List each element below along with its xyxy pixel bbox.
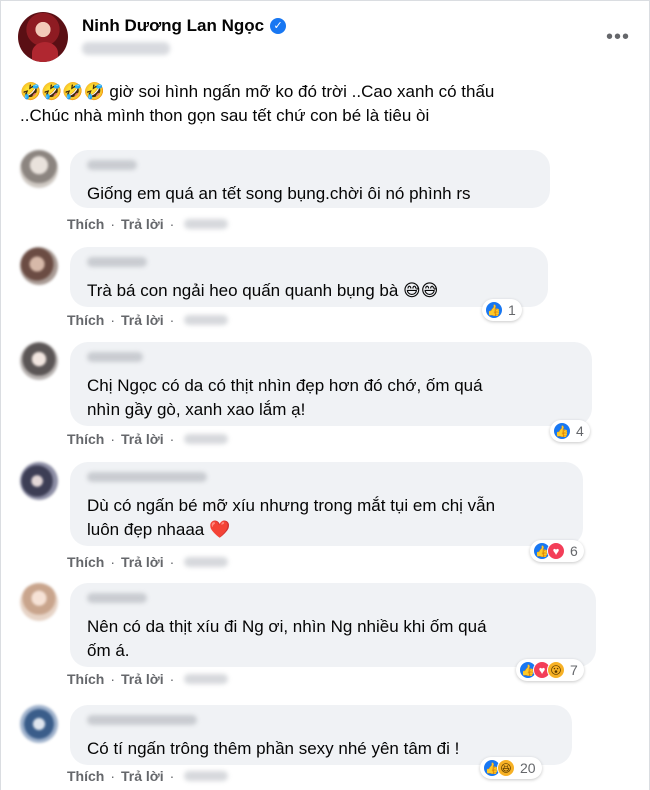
post-text-line-1: 🤣🤣🤣🤣 giờ soi hình ngấn mỡ ko đó trời ..C… <box>20 82 495 101</box>
commenter-name[interactable] <box>87 715 197 725</box>
reaction-summary[interactable]: 👍 1 <box>482 299 522 321</box>
like-link[interactable]: Thích <box>67 312 104 328</box>
reaction-summary[interactable]: 👍 ♥ 6 <box>530 540 584 562</box>
like-link[interactable]: Thích <box>67 216 104 232</box>
like-link[interactable]: Thích <box>67 671 104 687</box>
reaction-count: 4 <box>576 423 584 439</box>
comment-text: Dù có ngấn bé mỡ xíu nhưng trong mắt tụi… <box>87 496 496 539</box>
separator: · <box>110 216 116 232</box>
haha-reaction-icon: 😆 <box>497 759 515 777</box>
commenter-avatar[interactable] <box>20 462 58 500</box>
reply-link[interactable]: Trả lời <box>121 216 164 232</box>
reply-link[interactable]: Trả lời <box>121 554 164 570</box>
author-row: Ninh Dương Lan Ngọc ✓ <box>82 16 287 36</box>
like-reaction-icon: 👍 <box>553 422 571 440</box>
comment-bubble: Trà bá con ngải heo quấn quanh bụng bà 😅… <box>70 247 548 307</box>
author-name[interactable]: Ninh Dương Lan Ngọc <box>82 16 264 36</box>
comment-timestamp[interactable] <box>184 434 229 444</box>
separator: · <box>110 768 116 784</box>
wow-reaction-icon: 😮 <box>547 661 565 679</box>
separator: · <box>169 312 175 328</box>
commenter-avatar[interactable] <box>20 247 58 285</box>
separator: · <box>169 554 175 570</box>
like-link[interactable]: Thích <box>67 554 104 570</box>
separator: · <box>110 671 116 687</box>
separator: · <box>169 431 175 447</box>
more-options-icon[interactable]: ••• <box>606 27 630 47</box>
comment-text: Nên có da thịt xíu đi Ng ơi, nhìn Ng nhi… <box>87 617 487 660</box>
comment-actions: Thích · Trả lời · <box>67 768 229 784</box>
love-reaction-icon: ♥ <box>547 542 565 560</box>
comment-actions: Thích · Trả lời · <box>67 671 229 687</box>
comment-bubble: Giống em quá an tết song bụng.chời ôi nó… <box>70 150 550 208</box>
like-link[interactable]: Thích <box>67 431 104 447</box>
comment-timestamp[interactable] <box>184 674 229 684</box>
commenter-name[interactable] <box>87 257 147 267</box>
post-header: Ninh Dương Lan Ngọc ✓ ••• <box>18 12 638 62</box>
verified-badge-icon: ✓ <box>270 18 287 34</box>
comment-bubble: Nên có da thịt xíu đi Ng ơi, nhìn Ng nhi… <box>70 583 596 667</box>
separator: · <box>169 216 175 232</box>
comment-bubble: Dù có ngấn bé mỡ xíu nhưng trong mắt tụi… <box>70 462 583 546</box>
comment-timestamp[interactable] <box>184 315 229 325</box>
comment-actions: Thích · Trả lời · <box>67 431 229 447</box>
commenter-avatar[interactable] <box>20 583 58 621</box>
author-avatar[interactable] <box>18 12 68 62</box>
like-link[interactable]: Thích <box>67 768 104 784</box>
commenter-name[interactable] <box>87 472 207 482</box>
reply-link[interactable]: Trả lời <box>121 671 164 687</box>
post-text: 🤣🤣🤣🤣 giờ soi hình ngấn mỡ ko đó trời ..C… <box>20 80 630 128</box>
reaction-summary[interactable]: 👍 😆 20 <box>480 757 542 779</box>
separator: · <box>169 671 175 687</box>
reaction-count: 20 <box>520 760 536 776</box>
comment-bubble: Chị Ngọc có da có thịt nhìn đẹp hơn đó c… <box>70 342 592 426</box>
reply-link[interactable]: Trả lời <box>121 312 164 328</box>
commenter-avatar[interactable] <box>20 150 58 188</box>
comment-actions: Thích · Trả lời · <box>67 554 229 570</box>
comment-text: Trà bá con ngải heo quấn quanh bụng bà 😅… <box>87 281 439 300</box>
comment-text: Giống em quá an tết song bụng.chời ôi nó… <box>87 184 471 203</box>
commenter-name[interactable] <box>87 593 147 603</box>
comment-timestamp[interactable] <box>184 557 229 567</box>
separator: · <box>110 431 116 447</box>
reaction-count: 7 <box>570 662 578 678</box>
comment-timestamp[interactable] <box>184 219 229 229</box>
like-reaction-icon: 👍 <box>485 301 503 319</box>
comment-bubble: Có tí ngấn trông thêm phần sexy nhé yên … <box>70 705 572 765</box>
comment-text: Chị Ngọc có da có thịt nhìn đẹp hơn đó c… <box>87 376 483 419</box>
reply-link[interactable]: Trả lời <box>121 431 164 447</box>
commenter-name[interactable] <box>87 352 143 362</box>
comment-timestamp[interactable] <box>184 771 229 781</box>
reply-link[interactable]: Trả lời <box>121 768 164 784</box>
separator: · <box>110 312 116 328</box>
comment-actions: Thích · Trả lời · <box>67 216 229 232</box>
commenter-name[interactable] <box>87 160 137 170</box>
post-text-line-2: ..Chúc nhà mình thon gọn sau tết chứ con… <box>20 106 430 125</box>
separator: · <box>169 768 175 784</box>
commenter-avatar[interactable] <box>20 705 58 743</box>
post-timestamp[interactable] <box>82 42 170 55</box>
commenter-avatar[interactable] <box>20 342 58 380</box>
reaction-count: 1 <box>508 302 516 318</box>
separator: · <box>110 554 116 570</box>
comment-actions: Thích · Trả lời · <box>67 312 229 328</box>
reaction-summary[interactable]: 👍 ♥ 😮 7 <box>516 659 584 681</box>
reaction-count: 6 <box>570 543 578 559</box>
reaction-summary[interactable]: 👍 4 <box>550 420 590 442</box>
